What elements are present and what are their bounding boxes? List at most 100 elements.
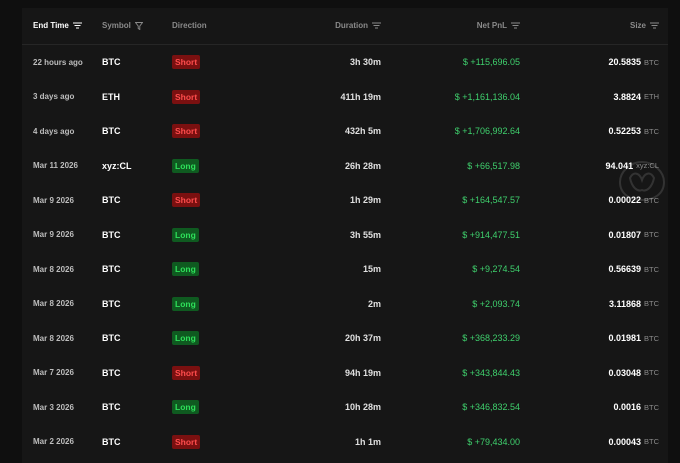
direction-badge: Long [172,331,199,346]
column-symbol-label: Symbol [102,21,131,30]
duration-cell: 3h 55m [349,229,381,240]
table-row[interactable]: 3 days ago ETH Short 411h 19m $ +1,161,1… [22,80,668,115]
duration-cell: 10h 28m [344,402,381,413]
end-time-cell: 22 hours ago [33,57,83,67]
column-direction[interactable]: Direction [172,21,207,30]
direction-cell: Long [172,390,199,425]
direction-badge: Short [172,193,201,208]
net-pnl-cell: $ +343,844.43 [462,367,520,378]
net-pnl-cell: $ +115,696.05 [462,57,520,68]
filter-icon[interactable] [134,21,143,30]
symbol-cell: BTC [102,126,121,137]
sort-icon[interactable] [650,22,659,29]
end-time-cell: Mar 9 2026 [33,230,74,240]
table-row[interactable]: Mar 8 2026 BTC Long 20h 37m $ +368,233.2… [22,321,668,356]
table-row[interactable]: Mar 9 2026 BTC Short 1h 29m $ +164,547.5… [22,183,668,218]
table-row[interactable]: Mar 7 2026 BTC Short 94h 19m $ +343,844.… [22,356,668,391]
net-pnl-cell: $ +164,547.57 [462,195,520,206]
net-pnl-cell: $ +914,477.51 [462,229,520,240]
trades-table: End Time Symbol Direction Duration Net P… [22,8,668,463]
size-unit: ETH [644,92,659,102]
net-pnl-cell: $ +2,093.74 [472,298,520,309]
symbol-cell: BTC [102,402,121,413]
size-unit: BTC [644,230,659,240]
column-duration-label: Duration [335,21,368,30]
column-net-pnl[interactable]: Net PnL [477,21,520,30]
direction-cell: Short [172,356,201,391]
size-unit: BTC [644,437,659,447]
size-value: 0.0016 [613,402,641,413]
symbol-cell: ETH [102,91,120,102]
direction-badge: Short [172,365,201,380]
column-symbol[interactable]: Symbol [102,21,143,30]
size-value: 0.00043 [608,436,641,447]
end-time-cell: Mar 9 2026 [33,195,74,205]
column-size-label: Size [629,21,646,30]
duration-cell: 20h 37m [344,333,381,344]
column-end-time[interactable]: End Time [33,21,82,30]
column-end-time-label: End Time [33,21,69,30]
symbol-cell: BTC [102,264,121,275]
end-time-cell: Mar 8 2026 [33,264,74,274]
table-row[interactable]: Mar 8 2026 BTC Long 2m $ +2,093.74 3.118… [22,287,668,322]
net-pnl-cell: $ +1,706,992.64 [454,126,520,137]
symbol-cell: BTC [102,229,121,240]
table-row[interactable]: Mar 3 2026 BTC Long 10h 28m $ +346,832.5… [22,390,668,425]
duration-cell: 2m [367,298,381,309]
column-direction-label: Direction [172,21,207,30]
duration-cell: 432h 5m [344,126,381,137]
duration-cell: 26h 28m [344,160,381,171]
size-unit: BTC [644,333,659,343]
end-time-cell: 4 days ago [33,126,75,136]
size-cell: 0.01807 BTC [608,218,659,253]
duration-cell: 3h 30m [349,57,381,68]
table-row[interactable]: Mar 8 2026 BTC Long 15m $ +9,274.54 0.56… [22,252,668,287]
table-row[interactable]: Mar 9 2026 BTC Long 3h 55m $ +914,477.51… [22,218,668,253]
size-cell: 0.56639 BTC [608,252,659,287]
table-row[interactable]: 4 days ago BTC Short 432h 5m $ +1,706,99… [22,114,668,149]
direction-badge: Short [172,55,201,70]
duration-cell: 15m [362,264,381,275]
direction-cell: Long [172,149,199,184]
column-net-pnl-label: Net PnL [476,21,507,30]
column-duration[interactable]: Duration [335,21,381,30]
size-value: 0.56639 [608,264,641,275]
end-time-cell: Mar 3 2026 [33,402,74,412]
direction-badge: Long [172,227,199,242]
size-cell: 0.00043 BTC [608,425,659,460]
symbol-cell: BTC [102,333,121,344]
direction-badge: Short [172,434,201,449]
sort-icon[interactable] [72,22,82,29]
table-header: End Time Symbol Direction Duration Net P… [22,8,668,45]
net-pnl-cell: $ +346,832.54 [462,402,520,413]
net-pnl-cell: $ +1,161,136.04 [454,91,520,102]
size-value: 0.01807 [608,229,641,240]
table-row[interactable]: Mar 2 2026 BTC Short 1h 1m $ +79,434.00 … [22,425,668,460]
sort-icon[interactable] [511,22,520,29]
direction-badge: Long [172,262,199,277]
size-cell: 3.11868 BTC [609,287,659,322]
direction-badge: Long [172,158,199,173]
size-unit: BTC [644,57,659,67]
table-row[interactable]: Mar 11 2026 xyz:CL Long 26h 28m $ +66,51… [22,149,668,184]
size-cell: 0.01981 BTC [608,321,659,356]
end-time-cell: Mar 8 2026 [33,299,74,309]
direction-cell: Short [172,425,201,460]
column-size[interactable]: Size [630,21,659,30]
end-time-cell: 3 days ago [33,92,75,102]
direction-cell: Short [172,80,201,115]
sort-icon[interactable] [372,22,381,29]
direction-cell: Short [172,45,201,80]
logo-watermark-icon [618,160,666,202]
symbol-cell: BTC [102,436,121,447]
end-time-cell: Mar 7 2026 [33,368,74,378]
size-unit: BTC [644,264,659,274]
duration-cell: 94h 19m [344,367,381,378]
end-time-cell: Mar 11 2026 [33,161,78,171]
direction-badge: Short [172,124,201,139]
size-value: 3.8824 [613,91,641,102]
direction-cell: Long [172,321,199,356]
table-row[interactable]: 22 hours ago BTC Short 3h 30m $ +115,696… [22,45,668,80]
symbol-cell: BTC [102,367,121,378]
size-cell: 0.52253 BTC [608,114,659,149]
